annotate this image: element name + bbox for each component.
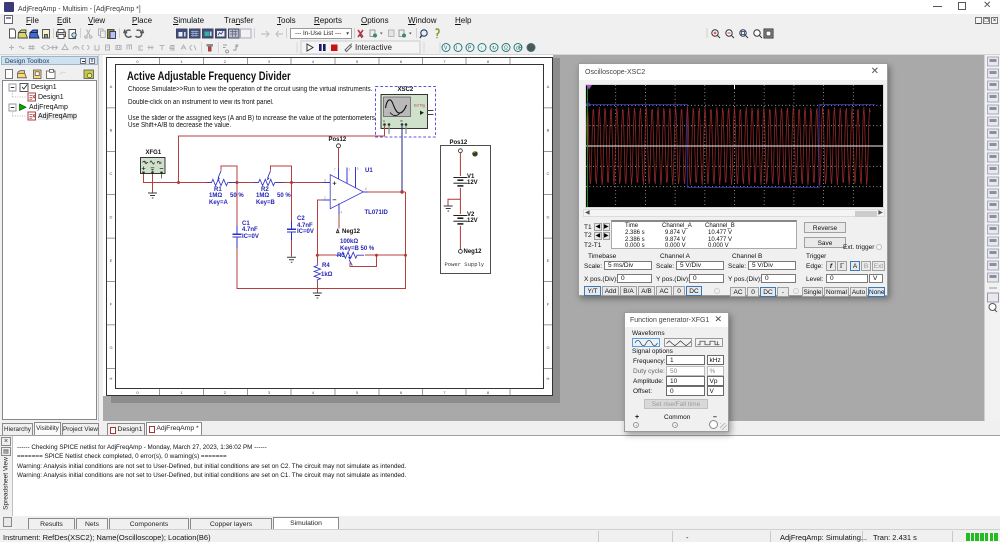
svg-text:7: 7 bbox=[443, 59, 446, 64]
svg-text:5: 5 bbox=[356, 59, 359, 64]
svg-text:4: 4 bbox=[341, 211, 343, 215]
svg-text:E: E bbox=[110, 258, 113, 263]
svg-text:1: 1 bbox=[349, 168, 351, 172]
svg-text:2: 2 bbox=[324, 196, 326, 200]
svg-text:8: 8 bbox=[487, 390, 490, 395]
svg-text:H: H bbox=[110, 376, 113, 381]
svg-text:G: G bbox=[109, 345, 112, 350]
svg-text:Ω: Ω bbox=[504, 46, 508, 52]
svg-text:H: H bbox=[547, 376, 550, 381]
svg-text:4: 4 bbox=[312, 59, 315, 64]
svg-text:A: A bbox=[383, 119, 385, 123]
svg-text:A: A bbox=[110, 84, 113, 89]
svg-text:2: 2 bbox=[224, 59, 227, 64]
svg-text:↻: ↻ bbox=[492, 46, 496, 52]
svg-text:D: D bbox=[547, 215, 550, 220]
svg-text:E: E bbox=[547, 258, 550, 263]
svg-text:I: I bbox=[456, 46, 457, 52]
svg-text:7: 7 bbox=[334, 168, 336, 172]
svg-text:B: B bbox=[110, 128, 113, 133]
svg-text:0: 0 bbox=[136, 59, 139, 64]
svg-text:C: C bbox=[110, 171, 113, 176]
svg-text:A: A bbox=[547, 84, 550, 89]
svg-text:Ext Trig: Ext Trig bbox=[414, 104, 425, 108]
svg-text:B: B bbox=[547, 128, 550, 133]
svg-text:7: 7 bbox=[443, 390, 446, 395]
svg-text:F: F bbox=[547, 302, 550, 307]
svg-text:D: D bbox=[110, 215, 113, 220]
svg-text:F: F bbox=[110, 302, 113, 307]
svg-text:6: 6 bbox=[365, 187, 367, 191]
svg-text:↑: ↑ bbox=[480, 46, 483, 52]
svg-text:6: 6 bbox=[400, 59, 403, 64]
svg-text:3: 3 bbox=[324, 179, 326, 183]
svg-text:6: 6 bbox=[400, 390, 403, 395]
svg-text:3: 3 bbox=[268, 59, 271, 64]
svg-text:8: 8 bbox=[487, 59, 490, 64]
svg-text:0: 0 bbox=[136, 390, 139, 395]
svg-text:G: G bbox=[546, 345, 549, 350]
svg-text:5: 5 bbox=[357, 167, 359, 171]
svg-text:C: C bbox=[547, 171, 550, 176]
svg-text:5: 5 bbox=[356, 390, 359, 395]
svg-text:B: B bbox=[401, 119, 403, 123]
svg-text:dB: dB bbox=[516, 46, 523, 52]
svg-text:1: 1 bbox=[180, 390, 183, 395]
svg-text:1: 1 bbox=[180, 59, 183, 64]
svg-text:4: 4 bbox=[312, 390, 315, 395]
svg-text:2: 2 bbox=[224, 390, 227, 395]
svg-text:3: 3 bbox=[268, 390, 271, 395]
